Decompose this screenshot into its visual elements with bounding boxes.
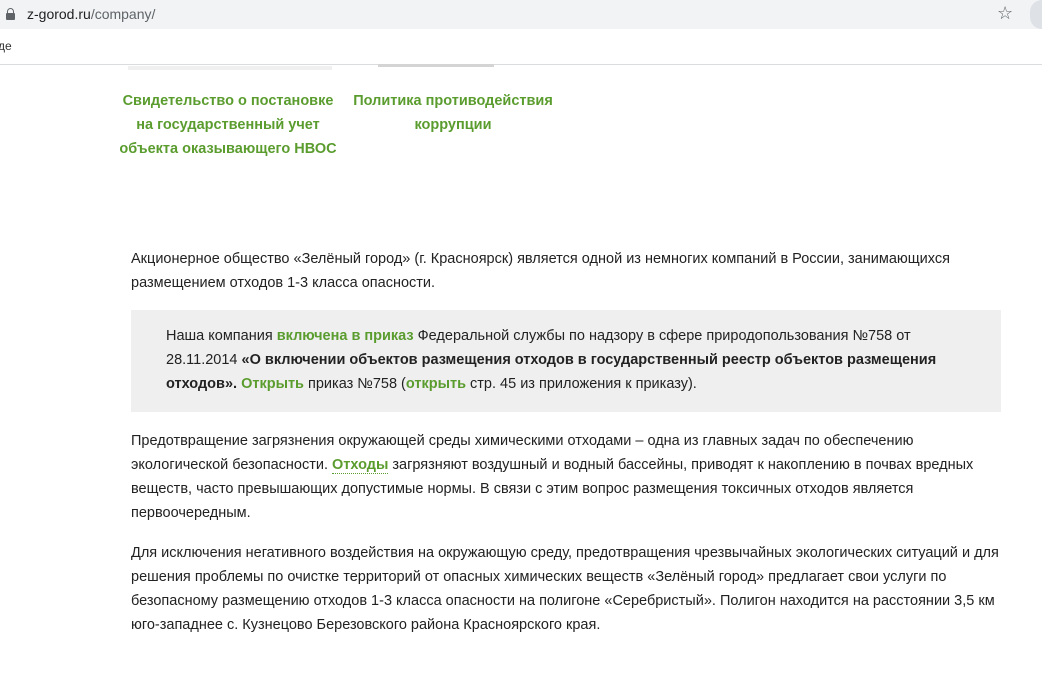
link-open-order[interactable]: Открыть: [241, 376, 304, 392]
document-link-anticorruption[interactable]: Политика противодействия коррупции: [350, 89, 556, 137]
bookmark-item[interactable]: де: [0, 39, 12, 53]
pollution-paragraph: Предотвращение загрязнения окружающей ср…: [131, 433, 974, 521]
bookmarks-bar: де: [0, 29, 1042, 65]
quote-block: Наша компания включена в приказ Федераль…: [131, 310, 1001, 412]
bookmark-star-icon[interactable]: ☆: [997, 4, 1013, 24]
url-text[interactable]: z-gorod.ru/company/: [27, 6, 155, 22]
document-thumbnail[interactable]: [128, 66, 332, 70]
link-open-appendix[interactable]: открыть: [406, 376, 466, 392]
intro-paragraph: Акционерное общество «Зелёный город» (г.…: [131, 251, 950, 291]
link-included-in-order[interactable]: включена в приказ: [277, 328, 414, 344]
profile-edge: [1030, 0, 1042, 29]
document-link-nvos[interactable]: Свидетельство о постановке на государств…: [118, 89, 338, 161]
link-waste[interactable]: Отходы: [332, 457, 389, 474]
address-bar[interactable]: z-gorod.ru/company/ ☆: [0, 0, 1042, 29]
services-paragraph: Для исключения негативного воздействия н…: [131, 545, 999, 633]
document-thumbnail[interactable]: [378, 64, 494, 67]
lock-icon[interactable]: [6, 8, 15, 20]
